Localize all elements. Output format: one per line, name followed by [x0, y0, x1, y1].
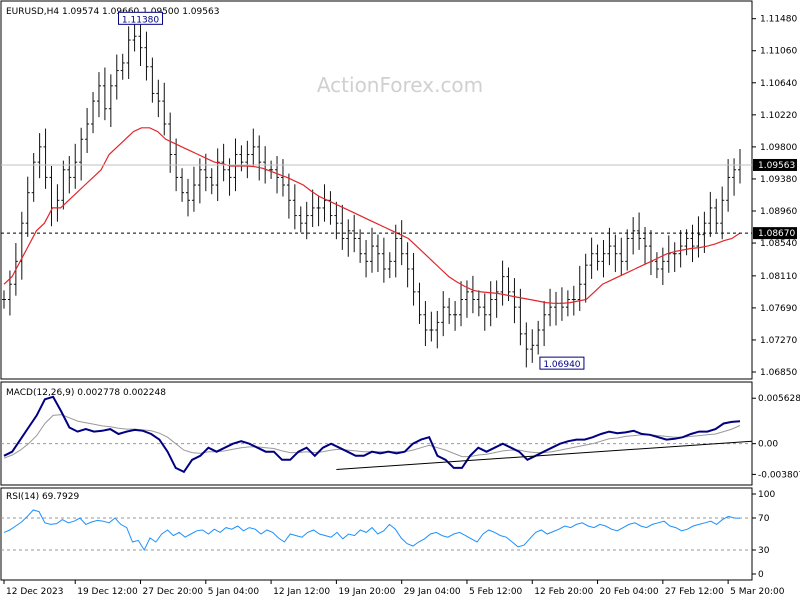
- level-price-label: 1.08670: [758, 229, 795, 239]
- rsi-y-tick-label: 0: [758, 570, 764, 580]
- current-price-label: 1.09563: [758, 161, 795, 171]
- rsi-y-tick-label: 30: [758, 546, 770, 556]
- x-tick-label: 29 Jan 04:00: [404, 587, 461, 597]
- x-tick-label: 12 Feb 20:00: [534, 587, 593, 597]
- price-annotation-label: 1.11380: [122, 15, 159, 25]
- forex-chart: ActionForex.com EURUSD,H4 1.09574 1.0966…: [0, 0, 800, 600]
- rsi-y-tick-label: 100: [758, 490, 775, 500]
- macd-pane-title: MACD(12,26,9) 0.002778 0.002248: [6, 388, 166, 398]
- price-y-tick-label: 1.11480: [760, 15, 797, 25]
- watermark: ActionForex.com: [317, 73, 483, 97]
- price-y-tick-label: 1.07690: [760, 304, 797, 314]
- x-tick-label: 19 Dec 12:00: [77, 587, 138, 597]
- price-y-tick-label: 1.09800: [760, 143, 797, 153]
- price-y-tick-label: 1.07270: [760, 336, 797, 346]
- macd-y-tick-label: -0.003807: [758, 470, 800, 480]
- x-tick-label: 12 Dec 2023: [6, 587, 64, 597]
- level-price-tag: 1.08670: [753, 227, 797, 240]
- x-tick-label: 12 Jan 12:00: [273, 587, 330, 597]
- price-y-tick-label: 1.10640: [760, 79, 797, 89]
- rsi-pane-title: RSI(14) 69.7929: [6, 492, 79, 502]
- x-tick-label: 27 Feb 12:00: [665, 587, 724, 597]
- rsi-y-tick-label: 70: [758, 514, 770, 524]
- price-y-tick-label: 1.09380: [760, 175, 797, 185]
- price-pane-title: EURUSD,H4 1.09574 1.09660 1.09500 1.0956…: [6, 7, 219, 17]
- macd-y-tick-label: 0.00: [758, 440, 778, 450]
- price-y-tick-label: 1.08540: [760, 239, 797, 249]
- macd-y-tick-label: 0.005628: [758, 394, 800, 404]
- price-y-tick-label: 1.06850: [760, 368, 797, 378]
- price-y-tick-label: 1.11060: [760, 47, 797, 57]
- price-y-tick-label: 1.10220: [760, 111, 797, 121]
- x-tick-label: 27 Dec 20:00: [143, 587, 204, 597]
- x-tick-label: 5 Feb 12:00: [469, 587, 523, 597]
- x-tick-label: 19 Jan 20:00: [338, 587, 395, 597]
- x-tick-label: 5 Jan 04:00: [208, 587, 260, 597]
- price-annotation-label: 1.06940: [543, 360, 580, 370]
- current-price-tag: 1.09563: [753, 158, 797, 171]
- price-y-tick-label: 1.08110: [760, 272, 797, 282]
- price-y-tick-label: 1.08960: [760, 207, 797, 217]
- x-tick-label: 5 Mar 20:00: [730, 587, 785, 597]
- x-tick-label: 20 Feb 04:00: [600, 587, 659, 597]
